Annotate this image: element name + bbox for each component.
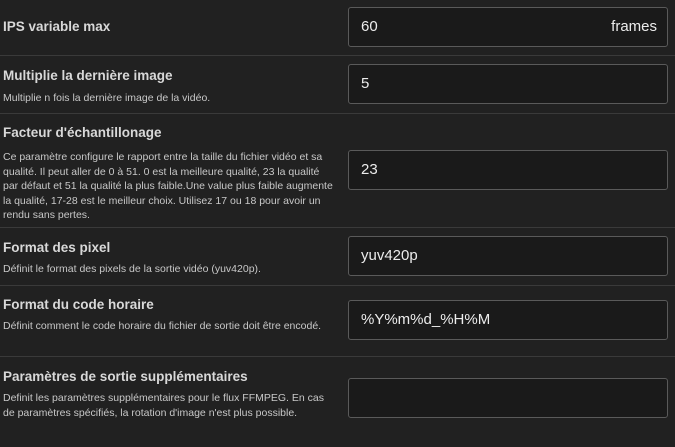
divider — [0, 113, 675, 114]
setting-title: Multiplie la dernière image — [3, 68, 173, 83]
field-value: 5 — [361, 75, 370, 92]
setting-title: Facteur d'échantillonage — [3, 125, 162, 140]
setting-description: Définit comment le code horaire du fichi… — [3, 320, 322, 332]
field-value: yuv420p — [361, 247, 418, 264]
setting-label-ips-max: IPS variable max — [3, 18, 333, 35]
setting-description: Multiplie n fois la dernière image de la… — [3, 92, 211, 104]
timecode-format-input[interactable]: %Y%m%d_%H%M — [348, 300, 668, 340]
setting-title: Format des pixel — [3, 240, 111, 255]
setting-title: IPS variable max — [3, 19, 111, 34]
crf-input[interactable]: 23 — [348, 150, 668, 190]
setting-title: Format du code horaire — [3, 297, 154, 312]
divider — [0, 285, 675, 286]
last-frame-multiplier-input[interactable]: 5 — [348, 64, 668, 104]
divider — [0, 227, 675, 228]
field-value: 23 — [361, 161, 378, 178]
divider — [0, 356, 675, 357]
setting-label-crf: Facteur d'échantillonage Ce paramètre co… — [3, 124, 333, 223]
setting-title: Paramètres de sortie supplémentaires — [3, 369, 248, 384]
settings-panel: IPS variable max 60 frames Multiplie la … — [0, 0, 675, 447]
setting-label-timecode-format: Format du code horaire Définit comment l… — [3, 296, 333, 334]
divider — [0, 55, 675, 56]
pixel-format-input[interactable]: yuv420p — [348, 236, 668, 276]
field-value: %Y%m%d_%H%M — [361, 311, 491, 328]
field-unit: frames — [611, 18, 657, 35]
field-value: 60 — [361, 18, 378, 35]
setting-label-last-frame: Multiplie la dernière image Multiplie n … — [3, 67, 333, 106]
extra-output-params-input[interactable] — [348, 378, 668, 418]
setting-label-pixel-format: Format des pixel Définit le format des p… — [3, 239, 333, 277]
setting-description: Définit le format des pixels de la sorti… — [3, 263, 261, 275]
setting-description: Definit les paramètres supplémentaires p… — [3, 392, 324, 419]
ips-max-input[interactable]: 60 frames — [348, 7, 668, 47]
setting-description: Ce paramètre configure le rapport entre … — [3, 151, 333, 221]
setting-label-extra-params: Paramètres de sortie supplémentaires Def… — [3, 368, 333, 420]
